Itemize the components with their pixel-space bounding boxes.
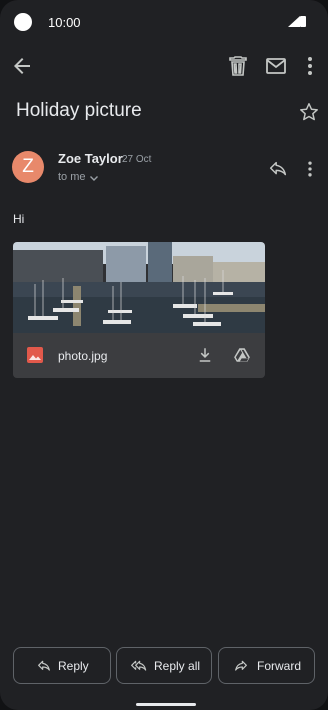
- forward-arrow-icon: [235, 660, 247, 671]
- back-arrow-icon[interactable]: [10, 54, 34, 78]
- forward-label: Forward: [257, 659, 302, 673]
- mark-unread-icon[interactable]: [264, 54, 288, 78]
- battery-icon: [300, 16, 306, 27]
- email-subject: Holiday picture: [16, 100, 142, 121]
- email-date: 27 Oct: [122, 154, 152, 165]
- attachment-bar: photo.jpg: [13, 333, 265, 378]
- chevron-down-icon[interactable]: [88, 172, 100, 184]
- gesture-bar[interactable]: [136, 703, 196, 706]
- drive-icon[interactable]: [233, 346, 251, 364]
- signal-icon: [288, 16, 300, 27]
- message-more-icon[interactable]: [300, 159, 320, 179]
- photo-preview[interactable]: [13, 242, 265, 333]
- forward-button[interactable]: Forward: [218, 647, 315, 684]
- phone-screen: 10:00 Holiday picture Z Zoe Taylor 27 Oc…: [0, 0, 328, 710]
- status-bar: 10:00: [0, 0, 328, 44]
- camera-cutout: [14, 13, 32, 31]
- recipient-label[interactable]: to me: [58, 171, 86, 183]
- sender-name: Zoe Taylor: [58, 151, 123, 166]
- reply-arrow-icon: [38, 660, 50, 671]
- reply-all-button[interactable]: Reply all: [116, 647, 212, 684]
- image-file-icon: [27, 347, 43, 363]
- sender-avatar[interactable]: Z: [12, 151, 44, 183]
- more-options-icon[interactable]: [298, 54, 322, 78]
- delete-icon[interactable]: [226, 54, 250, 78]
- status-time: 10:00: [48, 15, 81, 30]
- attachment-filename: photo.jpg: [58, 349, 108, 363]
- reply-button[interactable]: Reply: [13, 647, 111, 684]
- download-icon[interactable]: [196, 346, 214, 364]
- reply-label: Reply: [58, 659, 89, 673]
- attachment-card[interactable]: photo.jpg: [13, 242, 265, 378]
- reply-icon[interactable]: [267, 158, 289, 180]
- email-body: Hi: [13, 212, 25, 226]
- reply-all-label: Reply all: [154, 659, 201, 673]
- star-icon[interactable]: [298, 101, 320, 123]
- reply-all-icon: [131, 660, 147, 671]
